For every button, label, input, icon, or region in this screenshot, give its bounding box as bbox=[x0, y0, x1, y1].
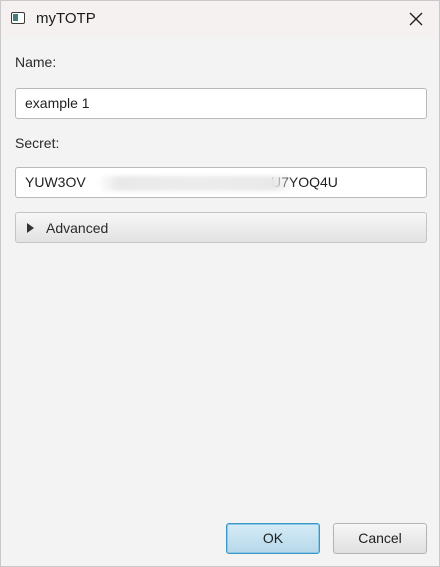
name-input[interactable]: example 1 bbox=[15, 88, 427, 119]
ok-button[interactable]: OK bbox=[226, 523, 320, 554]
app-window-icon bbox=[11, 12, 25, 24]
name-value: example 1 bbox=[25, 95, 90, 111]
secret-value-prefix: YUW3OV bbox=[25, 174, 86, 190]
expand-arrow-icon bbox=[27, 223, 34, 233]
title-bar[interactable]: myTOTP bbox=[1, 1, 439, 37]
name-label: Name: bbox=[15, 54, 57, 70]
secret-redaction bbox=[98, 176, 294, 191]
secret-input[interactable]: YUW3OV U7YOQ4U bbox=[15, 167, 427, 198]
dialog-content: Name: example 1 Secret: YUW3OV U7YOQ4U A… bbox=[1, 37, 439, 566]
close-button[interactable] bbox=[393, 1, 439, 37]
close-icon bbox=[409, 12, 423, 26]
dialog-window: myTOTP Name: example 1 Secret: YUW3OV U7… bbox=[0, 0, 440, 567]
window-title: myTOTP bbox=[36, 10, 96, 27]
advanced-section-toggle[interactable]: Advanced bbox=[15, 212, 427, 243]
cancel-button[interactable]: Cancel bbox=[333, 523, 427, 554]
secret-label: Secret: bbox=[15, 135, 60, 151]
advanced-label: Advanced bbox=[46, 220, 109, 236]
